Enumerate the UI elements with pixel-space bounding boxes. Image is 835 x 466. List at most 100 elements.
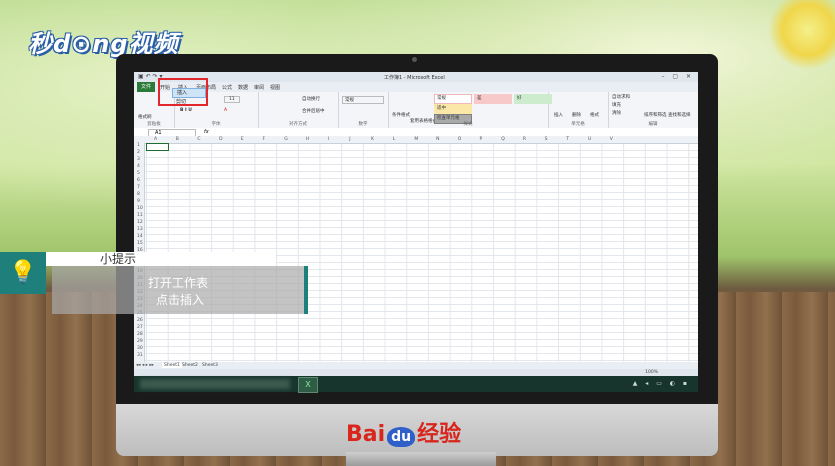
sheet-tab-2[interactable]: Sheet2	[182, 363, 198, 368]
zoom-level[interactable]: 100%	[645, 370, 658, 375]
column-header-h[interactable]: H	[306, 137, 309, 142]
row-header-10[interactable]: 10	[137, 206, 143, 211]
column-header-n[interactable]: N	[436, 137, 439, 142]
group-alignment: 自动换行 合并后居中 对齐方式	[258, 92, 339, 128]
row-header-30[interactable]: 30	[137, 346, 143, 351]
group-editing: 自动求和 填充 清除 排序和筛选 查找和选择 编辑	[608, 92, 698, 128]
delete-cells-button[interactable]: 删除	[572, 112, 581, 118]
sheet-tab-3[interactable]: Sheet3	[202, 363, 218, 368]
row-header-9[interactable]: 9	[137, 199, 140, 204]
tip-body: 打开工作表 点击插入	[52, 266, 304, 314]
column-header-p[interactable]: P	[480, 137, 483, 142]
row-header-8[interactable]: 8	[137, 192, 140, 197]
row-header-1[interactable]: 1	[137, 143, 140, 148]
clear-button[interactable]: 清除	[612, 110, 621, 116]
tab-formulas[interactable]: 公式	[222, 84, 232, 91]
group-label: 字体	[211, 122, 221, 127]
column-header-l[interactable]: L	[393, 137, 396, 142]
row-header-13[interactable]: 13	[137, 227, 143, 232]
window-controls[interactable]: – ▢ ✕	[661, 73, 694, 80]
row-header-27[interactable]: 27	[137, 325, 143, 330]
sheet-tab-1[interactable]: Sheet1	[162, 363, 182, 368]
bold-button[interactable]: B I U	[180, 108, 192, 113]
taskbar-blurred-region	[140, 379, 290, 389]
row-header-11[interactable]: 11	[137, 213, 143, 218]
tab-data[interactable]: 数据	[238, 84, 248, 91]
column-header-o[interactable]: O	[458, 137, 462, 142]
column-header-v[interactable]: V	[610, 137, 613, 142]
column-header-t[interactable]: T	[566, 137, 569, 142]
column-header-i[interactable]: I	[328, 137, 329, 142]
column-header-g[interactable]: G	[284, 137, 288, 142]
font-size-select[interactable]: 11	[224, 96, 240, 103]
baidu-logo-bai: Bai	[346, 422, 386, 447]
column-header-u[interactable]: U	[588, 137, 591, 142]
row-header-14[interactable]: 14	[137, 234, 143, 239]
group-number: 常规 数字	[338, 92, 389, 128]
group-cells: 插入 删除 格式 单元格	[548, 92, 609, 128]
column-header-d[interactable]: D	[219, 137, 222, 142]
tab-review[interactable]: 审阅	[254, 84, 264, 91]
group-styles: 条件格式 套用表格格式 常规差好适中 检查单元格 样式	[388, 92, 552, 128]
row-header-15[interactable]: 15	[137, 241, 143, 246]
excel-window: ▣ ↶ ↷ ▾ 工作簿1 - Microsoft Excel – ▢ ✕ 文件 …	[134, 72, 698, 376]
sheet-nav-arrows[interactable]: ◂◂ ◂ ▸ ▸▸	[136, 363, 154, 368]
webcam-dot	[412, 57, 417, 62]
conditional-format-button[interactable]: 条件格式	[392, 112, 410, 118]
group-label: 对齐方式	[289, 122, 307, 127]
group-label: 剪贴板	[147, 122, 161, 127]
excel-taskbar-icon[interactable]: X	[298, 377, 318, 393]
group-label: 数字	[358, 122, 368, 127]
font-color-button[interactable]: A	[224, 108, 227, 113]
selected-cell-a1[interactable]	[146, 143, 169, 151]
column-header-j[interactable]: J	[349, 137, 350, 142]
row-header-3[interactable]: 3	[137, 157, 140, 162]
title-bar: ▣ ↶ ↷ ▾ 工作簿1 - Microsoft Excel – ▢ ✕	[134, 72, 698, 82]
row-header-12[interactable]: 12	[137, 220, 143, 225]
row-header-28[interactable]: 28	[137, 332, 143, 337]
row-header-26[interactable]: 26	[137, 318, 143, 323]
merge-center-button[interactable]: 合并后居中	[302, 108, 325, 114]
column-header-m[interactable]: M	[414, 137, 418, 142]
fill-button[interactable]: 填充	[612, 102, 621, 108]
tab-file[interactable]: 文件	[137, 82, 155, 92]
row-header-2[interactable]: 2	[137, 150, 140, 155]
format-painter-button[interactable]: 格式刷	[138, 114, 152, 120]
format-cells-button[interactable]: 格式	[590, 112, 599, 118]
tip-accent-bar	[304, 266, 308, 314]
column-header-f[interactable]: F	[263, 137, 266, 142]
tip-line-2: 点击插入	[156, 293, 205, 307]
row-header-5[interactable]: 5	[137, 171, 140, 176]
cell-style-1[interactable]: 差	[474, 94, 512, 104]
row-header-29[interactable]: 29	[137, 339, 143, 344]
autosum-button[interactable]: 自动求和	[612, 94, 630, 100]
fx-icon[interactable]: fx	[204, 129, 209, 135]
sort-filter-button[interactable]: 排序和筛选	[644, 112, 667, 118]
column-header-a[interactable]: A	[154, 137, 157, 142]
baidu-jingyan-logo: Bai du 经验	[346, 416, 461, 448]
column-header-r[interactable]: R	[523, 137, 526, 142]
column-header-k[interactable]: K	[371, 137, 374, 142]
row-header-7[interactable]: 7	[137, 185, 140, 190]
number-format-select[interactable]: 常规	[342, 96, 384, 104]
system-tray[interactable]: ▲ ◂ ▭ ◐ ▪	[633, 380, 690, 387]
insert-cells-button[interactable]: 插入	[554, 112, 563, 118]
cell-style-2[interactable]: 好	[514, 94, 552, 104]
row-header-31[interactable]: 31	[137, 353, 143, 358]
cell-style-3[interactable]: 适中	[434, 104, 472, 114]
tab-view[interactable]: 视图	[270, 84, 280, 91]
row-header-4[interactable]: 4	[137, 164, 140, 169]
wrap-text-button[interactable]: 自动换行	[302, 96, 320, 102]
menu-item-cut[interactable]: 剪切	[172, 98, 206, 106]
column-header-e[interactable]: E	[241, 137, 244, 142]
find-select-button[interactable]: 查找和选择	[668, 112, 691, 118]
cell-style-0[interactable]: 常规	[434, 94, 472, 104]
status-bar: 100%	[134, 369, 698, 376]
column-header-c[interactable]: C	[197, 137, 200, 142]
menu-item-insert[interactable]: 插入	[172, 88, 206, 98]
cell-grid[interactable]	[134, 136, 698, 362]
column-header-b[interactable]: B	[176, 137, 179, 142]
row-header-6[interactable]: 6	[137, 178, 140, 183]
column-header-s[interactable]: S	[545, 137, 548, 142]
column-header-q[interactable]: Q	[501, 137, 505, 142]
